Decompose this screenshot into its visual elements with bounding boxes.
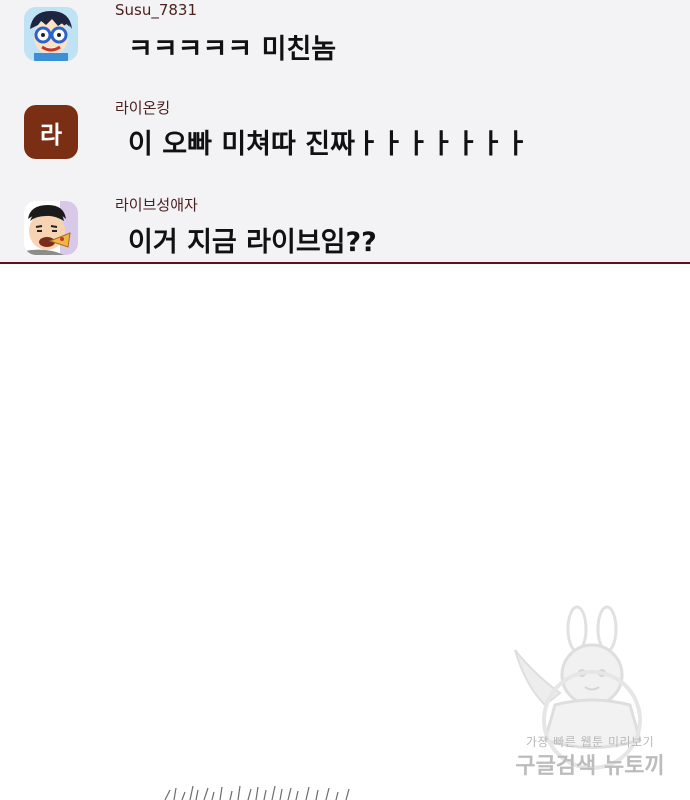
avatar[interactable] <box>24 201 78 255</box>
comment-message: ㅋㅋㅋㅋㅋ 미친놈 <box>128 34 337 65</box>
comment-username[interactable]: 라이브성애자 <box>115 194 198 215</box>
comment-message: 이 오빠 미쳐따 진짜ㅏㅏㅏㅏㅏㅏㅏ <box>128 129 529 160</box>
comment-message: 이거 지금 라이브임?? <box>128 227 377 258</box>
avatar[interactable]: 라 <box>24 105 78 159</box>
comment-item[interactable]: Susu_7831 ㅋㅋㅋㅋㅋ 미친놈 <box>0 0 690 90</box>
comment-username[interactable]: 라이온킹 <box>115 97 170 118</box>
comment-item[interactable]: 라 라이온킹 이 오빠 미쳐따 진짜ㅏㅏㅏㅏㅏㅏㅏ <box>0 95 690 185</box>
cartoon-man-eating-icon <box>24 201 78 255</box>
avatar-letter: 라 <box>39 120 63 149</box>
comment-panel: Susu_7831 ㅋㅋㅋㅋㅋ 미친놈 라 라이온킹 이 오빠 미쳐따 진짜ㅏㅏ… <box>0 0 690 264</box>
comic-hair-sketch <box>164 785 350 800</box>
comment-username[interactable]: Susu_7831 <box>115 1 197 19</box>
avatar[interactable] <box>24 7 78 61</box>
cartoon-boy-glasses-icon <box>24 7 78 61</box>
watermark-site-name: 구글검색 뉴토끼 <box>515 754 665 779</box>
